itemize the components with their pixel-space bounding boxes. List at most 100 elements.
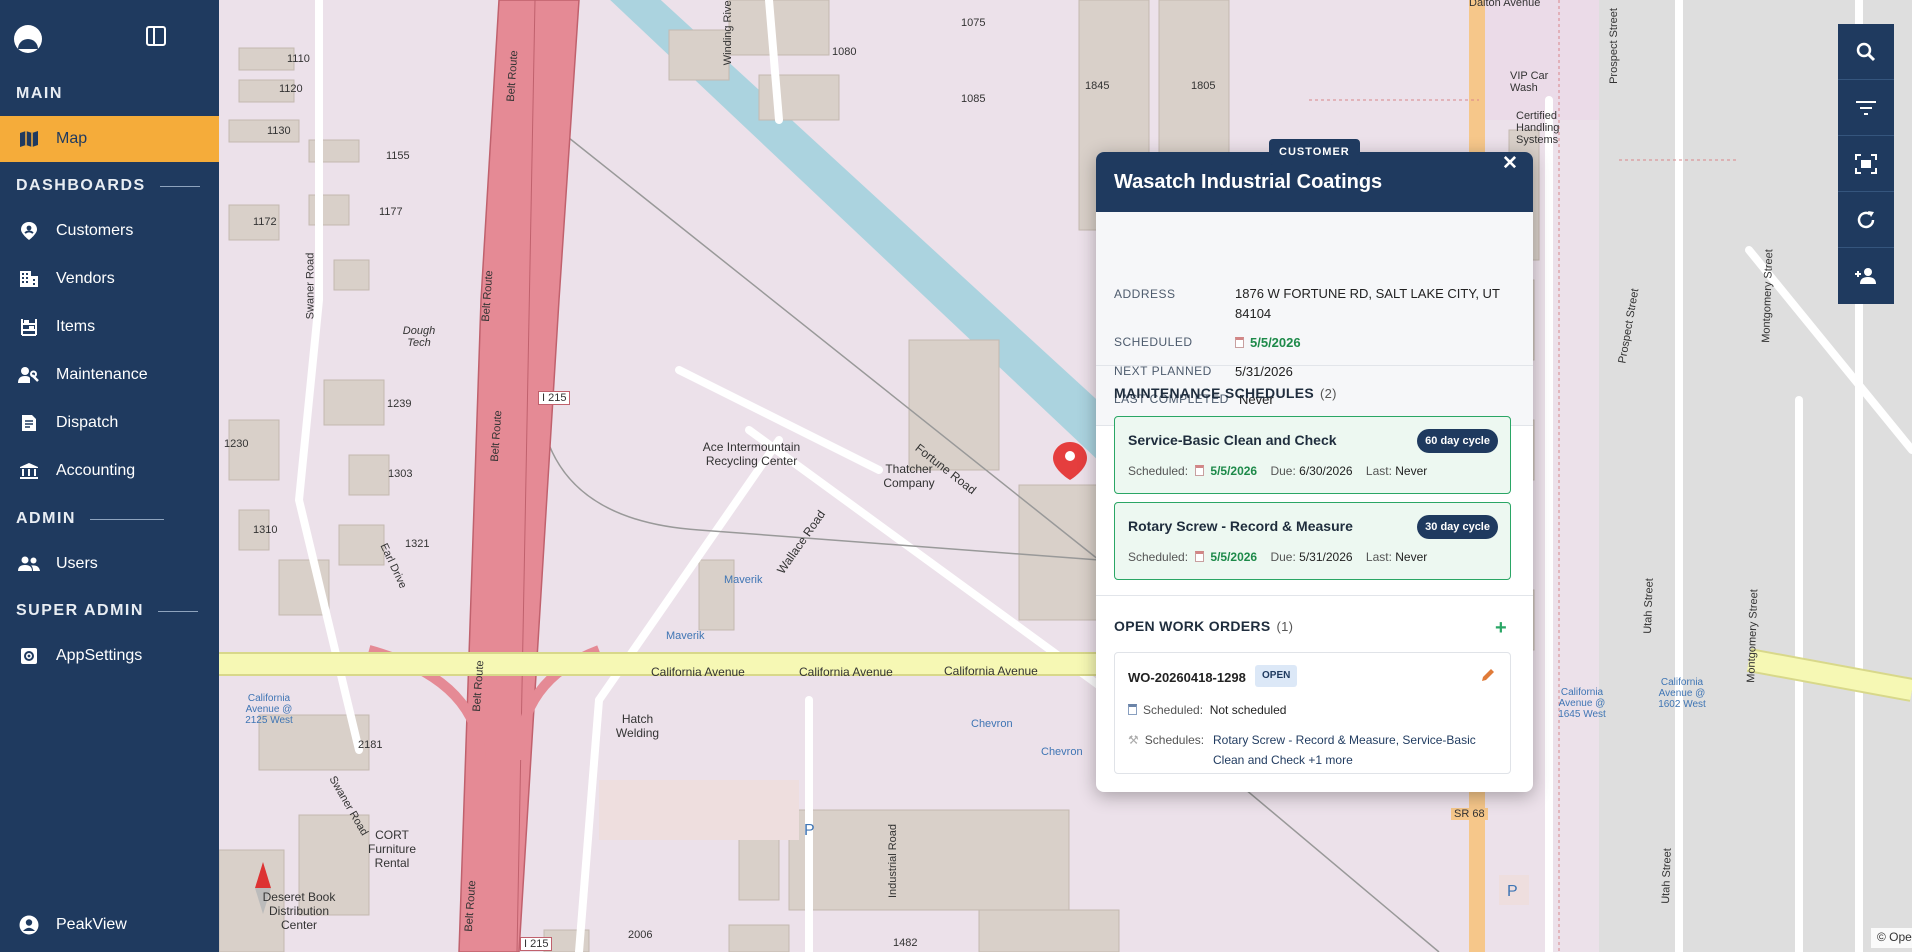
meta-label: Last:: [1365, 550, 1392, 564]
cycle-badge: 30 day cycle: [1417, 515, 1498, 539]
close-icon[interactable]: ✕: [1502, 152, 1518, 175]
popup-header: CUSTOMER Wasatch Industrial Coatings ✕: [1096, 139, 1533, 212]
document-icon: [18, 413, 40, 433]
building-number: 1239: [387, 398, 412, 410]
calendar-icon: [1195, 465, 1205, 476]
road-label: Utah Street: [1641, 577, 1656, 635]
section-label: MAIN: [16, 85, 63, 102]
road-label: California Avenue: [944, 664, 1038, 678]
filter-icon: [1856, 100, 1876, 115]
section-label: SUPER ADMIN: [16, 602, 144, 619]
users-icon: [18, 554, 40, 574]
building-number: 1080: [832, 46, 857, 58]
sidebar-item-label: Customers: [56, 222, 134, 239]
schedule-card[interactable]: Rotary Screw - Record & Measure 30 day c…: [1114, 502, 1511, 580]
work-order-schedules-value[interactable]: Rotary Screw - Record & Measure, Service…: [1213, 730, 1498, 770]
sidebar-item-vendors[interactable]: Vendors: [0, 256, 219, 302]
sidebar-item-label: Maintenance: [56, 366, 148, 383]
sidebar-item-maintenance[interactable]: Maintenance: [0, 352, 219, 398]
bus-stop-label: California Avenue @ 1645 West: [1558, 687, 1606, 720]
poi-label: Maverik: [724, 574, 763, 586]
schedule-card[interactable]: Service-Basic Clean and Check 60 day cyc…: [1114, 416, 1511, 494]
sidebar-item-users[interactable]: Users: [0, 541, 219, 587]
sidebar-user[interactable]: PeakView: [0, 902, 219, 948]
section-label: DASHBOARDS: [16, 177, 146, 194]
section-divider: [159, 185, 200, 187]
collapse-sidebar-icon[interactable]: [146, 26, 166, 46]
scheduled-row: SCHEDULED 5/5/2026: [1114, 335, 1301, 350]
settings-icon: [18, 646, 40, 666]
poi-label: CORT Furniture Rental: [367, 828, 417, 870]
sidebar-item-label: Users: [56, 555, 98, 572]
sidebar-item-map[interactable]: Map: [0, 116, 219, 162]
wrench-icon: ⚒: [1128, 733, 1139, 747]
sidebar-item-label: Accounting: [56, 462, 136, 479]
calendar-icon: [1235, 337, 1244, 348]
building-number: 1120: [279, 83, 303, 95]
section-main: MAIN: [16, 85, 63, 103]
meta-label: Schedules:: [1144, 733, 1205, 747]
add-person-button[interactable]: [1838, 248, 1894, 304]
road-label: California Avenue: [799, 665, 893, 679]
address-label: ADDRESS: [1114, 287, 1176, 301]
sidebar-item-items[interactable]: Items: [0, 304, 219, 350]
fit-bounds-button[interactable]: [1838, 136, 1894, 192]
poi-label: Certified Handling Systems: [1516, 110, 1560, 146]
sidebar-item-label: AppSettings: [56, 647, 143, 664]
parking-label: P: [804, 822, 815, 839]
sidebar-item-appsettings[interactable]: AppSettings: [0, 633, 219, 679]
edit-icon[interactable]: [1480, 667, 1496, 688]
work-order-scheduled: Scheduled: Not scheduled: [1128, 703, 1286, 717]
schedule-meta: Scheduled: 5/5/2026 Due: 6/30/2026 Last:…: [1128, 464, 1427, 478]
section-divider: [89, 518, 164, 520]
building-number: 1172: [253, 216, 277, 228]
address-row: ADDRESS 1876 W FORTUNE RD, SALT LAKE CITY…: [1114, 286, 1515, 324]
poi-label: Maverik: [666, 630, 705, 642]
map-canvas[interactable]: P P Belt Route Belt Route Belt Route Bel…: [219, 0, 1912, 952]
work-order-card[interactable]: WO-20260418-1298 OPEN Scheduled: Not sch…: [1114, 652, 1511, 774]
road-label: Winding River: [722, 0, 735, 66]
building-number: 1230: [224, 438, 249, 450]
highway-shield: I 215: [538, 391, 571, 405]
section-dashboards: DASHBOARDS: [16, 177, 200, 195]
bank-icon: [18, 461, 40, 481]
calendar-icon: [1128, 704, 1137, 715]
meta-label: Scheduled:: [1128, 550, 1189, 564]
work-order-id: WO-20260418-1298: [1128, 670, 1246, 685]
address-value: 1876 W FORTUNE RD, SALT LAKE CITY, UT 84…: [1235, 286, 1500, 321]
sidebar-item-dispatch[interactable]: Dispatch: [0, 400, 219, 446]
work-order-scheduled-value: Not scheduled: [1209, 703, 1287, 717]
schedule-name: Rotary Screw - Record & Measure: [1128, 518, 1353, 534]
filter-button[interactable]: [1838, 80, 1894, 136]
building-number: 1075: [961, 17, 986, 29]
schedule-scheduled-date: 5/5/2026: [1210, 464, 1258, 478]
fit-bounds-icon: [1855, 153, 1877, 174]
building-number: 1310: [253, 524, 278, 536]
poi-label: Dough Tech: [402, 325, 436, 349]
meta-label: Due:: [1270, 464, 1296, 478]
road-label: California Avenue: [651, 665, 745, 679]
building-number: 1321: [405, 538, 430, 550]
building-number: 1303: [388, 468, 413, 480]
building-number: 1155: [386, 150, 410, 162]
building-number: 1110: [287, 53, 310, 65]
add-work-order-icon[interactable]: +: [1495, 617, 1507, 640]
map-toolbar: [1838, 24, 1894, 304]
schedule-last-date: Never: [1395, 464, 1428, 478]
sidebar-item-label: Vendors: [56, 270, 115, 287]
refresh-button[interactable]: [1838, 192, 1894, 248]
sidebar-item-customers[interactable]: Customers: [0, 208, 219, 254]
account-icon: [18, 915, 40, 935]
next-planned-label: NEXT PLANNED: [1114, 364, 1212, 378]
poi-label: Chevron: [1041, 746, 1083, 758]
search-button[interactable]: [1838, 24, 1894, 80]
parking-label: P: [1507, 883, 1518, 900]
building-number: 1482: [893, 937, 918, 949]
app-logo[interactable]: [14, 25, 42, 53]
bus-stop-label: California Avenue @ 2125 West: [245, 693, 293, 726]
cycle-badge: 60 day cycle: [1417, 429, 1498, 453]
section-divider: [157, 610, 198, 612]
sidebar-item-accounting[interactable]: Accounting: [0, 448, 219, 494]
user-name: PeakView: [56, 916, 127, 933]
customer-popup: CUSTOMER Wasatch Industrial Coatings ✕ A…: [1096, 139, 1533, 792]
